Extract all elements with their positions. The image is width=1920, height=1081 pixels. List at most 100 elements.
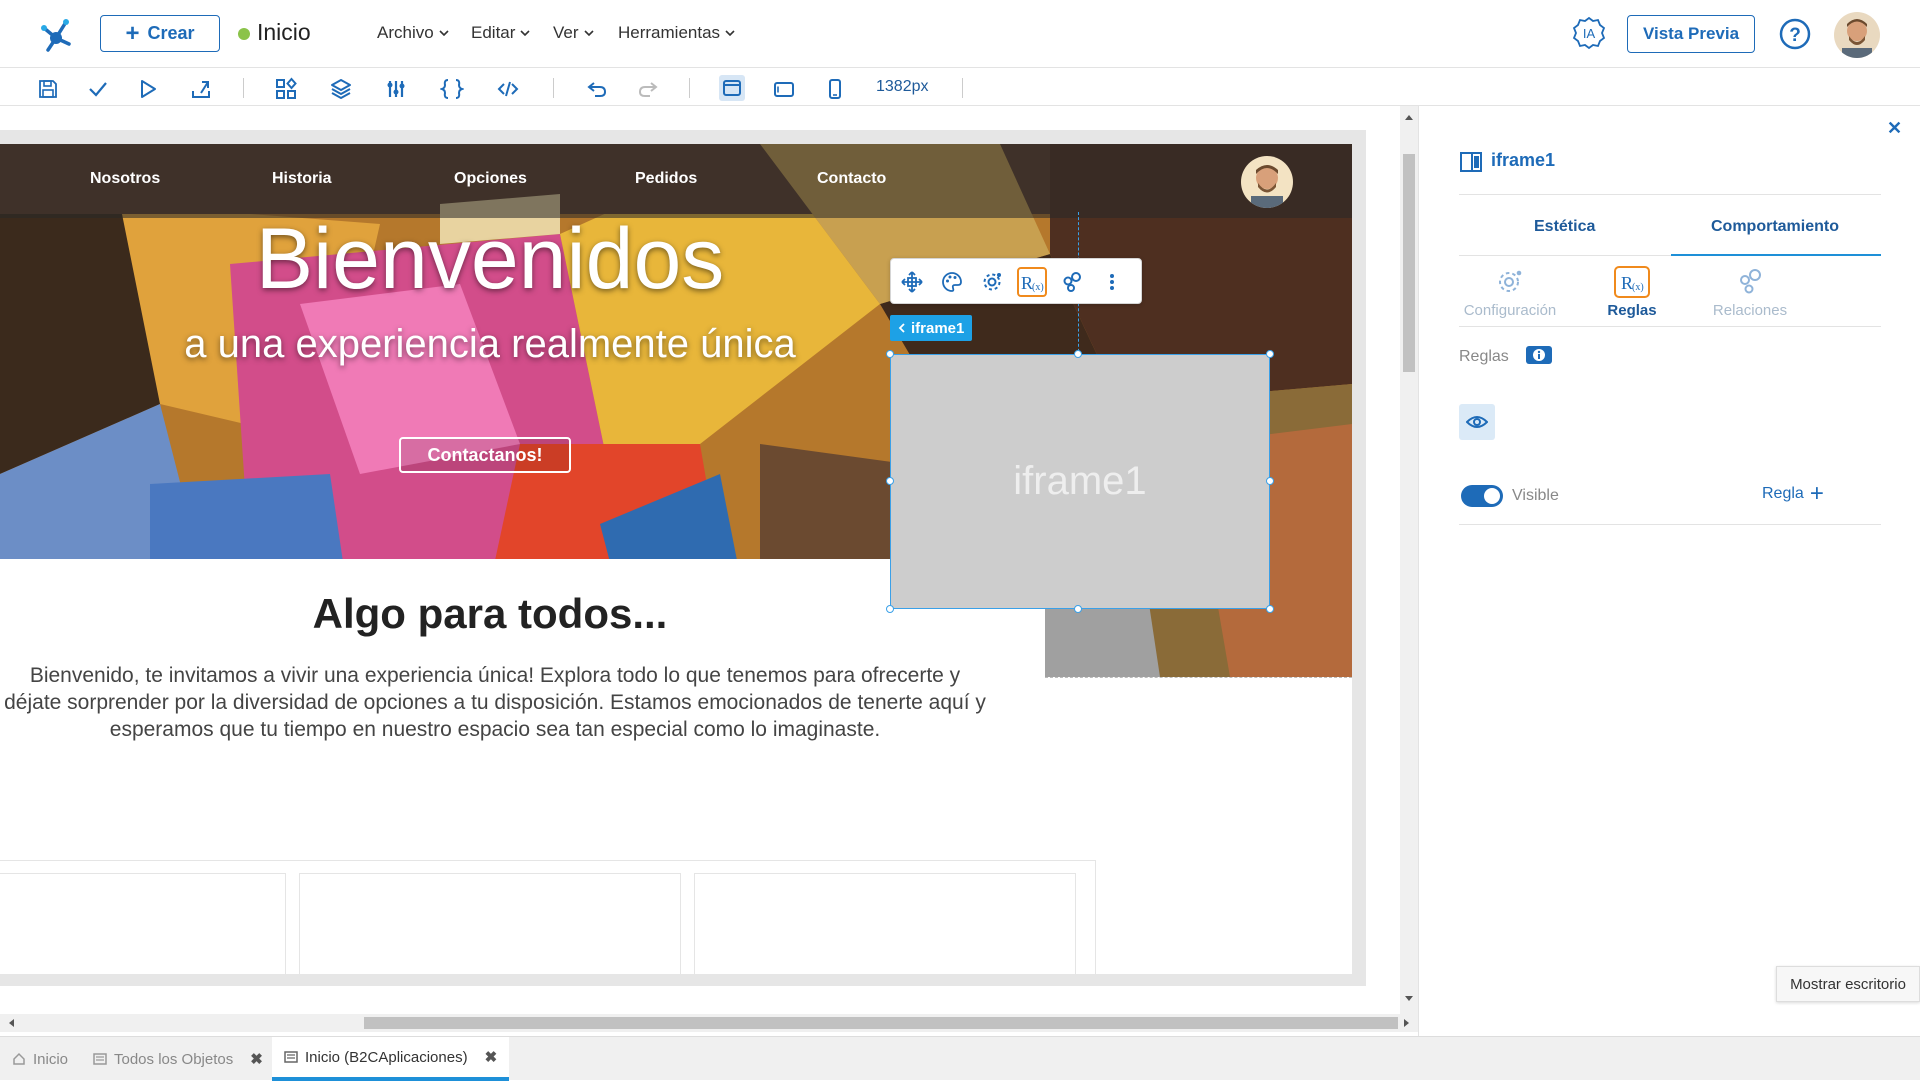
create-button[interactable]: + Crear	[100, 15, 220, 52]
undo-icon[interactable]	[585, 77, 609, 101]
components-icon[interactable]	[274, 77, 298, 101]
nav-link-nosotros[interactable]: Nosotros	[90, 170, 160, 188]
toolbar-separator	[553, 78, 554, 98]
close-icon[interactable]: ✕	[1887, 118, 1902, 139]
nav-link-pedidos[interactable]: Pedidos	[635, 170, 697, 188]
iframe-component[interactable]: iframe1	[890, 354, 1270, 609]
tablet-view-icon[interactable]	[772, 77, 796, 101]
menu-ver[interactable]: Ver	[553, 23, 594, 43]
resize-handle[interactable]	[886, 605, 894, 613]
menu-herramientas[interactable]: Herramientas	[618, 23, 735, 43]
add-rule-button[interactable]: Regla +	[1762, 482, 1824, 506]
bottom-tab-todos-los-objetos[interactable]: Todos los Objetos ✖	[93, 1037, 263, 1081]
content-mini-card[interactable]	[299, 873, 681, 974]
save-icon[interactable]	[36, 77, 60, 101]
bottom-tab-bar: Inicio Todos los Objetos ✖ Inicio (B2CAp…	[0, 1036, 1920, 1081]
nav-link-historia[interactable]: Historia	[272, 170, 332, 188]
component-toolbar: R (x)	[890, 258, 1142, 304]
redo-icon[interactable]	[636, 77, 660, 101]
close-icon[interactable]: ✖	[485, 1048, 498, 1066]
resize-handle[interactable]	[886, 477, 894, 485]
move-icon[interactable]	[897, 267, 927, 297]
horizontal-scrollbar-thumb[interactable]	[364, 1017, 1398, 1029]
scroll-left-arrow-icon[interactable]	[4, 1014, 18, 1032]
resize-handle[interactable]	[1266, 477, 1274, 485]
vertical-scrollbar[interactable]	[1400, 106, 1418, 1020]
relations-icon	[1735, 266, 1765, 296]
vertical-scrollbar-thumb[interactable]	[1403, 154, 1415, 372]
subtab-label: Relaciones	[1712, 302, 1788, 319]
visible-toggle-label: Visible	[1512, 487, 1559, 504]
code-icon[interactable]	[496, 77, 520, 101]
close-icon[interactable]: ✖	[250, 1050, 263, 1068]
component-breadcrumb-tag[interactable]: iframe1	[890, 315, 973, 341]
subtab-reglas[interactable]: R (x) Reglas	[1577, 266, 1687, 319]
info-icon[interactable]	[1526, 346, 1552, 364]
hero-subtitle: a una experiencia realmente única	[184, 322, 796, 366]
mobile-view-icon[interactable]	[823, 77, 847, 101]
resize-handle[interactable]	[886, 350, 894, 358]
tab-estetica[interactable]: Estética	[1534, 218, 1595, 236]
scroll-down-arrow-icon[interactable]	[1400, 992, 1418, 1006]
menu-editar[interactable]: Editar	[471, 23, 530, 43]
user-avatar[interactable]	[1834, 12, 1880, 58]
preview-button[interactable]: Vista Previa	[1627, 15, 1755, 53]
content-mini-card[interactable]	[694, 873, 1076, 974]
hero-title: Bienvenidos	[255, 211, 725, 307]
subtab-configuracion[interactable]: Configuración	[1455, 266, 1565, 319]
check-icon[interactable]	[86, 77, 110, 101]
braces-icon[interactable]	[440, 77, 464, 101]
help-icon[interactable]: ?	[1778, 17, 1812, 51]
resize-handle[interactable]	[1074, 605, 1082, 613]
editor-toolbar: 1382px	[0, 68, 1920, 106]
nav-link-contacto[interactable]: Contacto	[817, 170, 886, 188]
resize-handle[interactable]	[1266, 605, 1274, 613]
bottom-tab-inicio-b2c[interactable]: Inicio (B2CAplicaciones) ✖	[272, 1037, 510, 1081]
play-icon[interactable]	[136, 77, 160, 101]
horizontal-scrollbar[interactable]	[0, 1014, 1418, 1032]
app-logo-icon[interactable]	[36, 14, 76, 54]
toggle-knob	[1484, 488, 1500, 504]
site-avatar[interactable]	[1241, 156, 1293, 208]
subtab-relaciones[interactable]: Relaciones	[1695, 266, 1805, 319]
more-options-icon[interactable]	[1097, 267, 1127, 297]
bottom-tab-inicio[interactable]: Inicio	[12, 1037, 68, 1081]
menu-label: Editar	[471, 23, 516, 42]
settings-icon	[1495, 266, 1525, 296]
publish-icon[interactable]	[189, 77, 213, 101]
scroll-up-arrow-icon[interactable]	[1400, 110, 1418, 124]
subtab-label: Configuración	[1463, 302, 1557, 319]
resize-handle[interactable]	[1074, 350, 1082, 358]
content-body: Bienvenido, te invitamos a vivir una exp…	[4, 664, 986, 741]
relations-icon[interactable]	[1057, 267, 1087, 297]
ai-label: IA	[1583, 26, 1596, 41]
tab-comportamiento[interactable]: Comportamiento	[1711, 218, 1839, 236]
bottom-tab-label: Inicio (B2CAplicaciones)	[305, 1048, 468, 1066]
desktop-view-icon[interactable]	[719, 75, 745, 101]
palette-icon[interactable]	[937, 267, 967, 297]
home-icon	[12, 1052, 26, 1066]
plus-icon: +	[1809, 480, 1824, 507]
settings-icon[interactable]	[977, 267, 1007, 297]
chevron-left-icon	[898, 323, 905, 333]
rules-icon[interactable]: R (x)	[1017, 267, 1047, 297]
resize-handle[interactable]	[1266, 350, 1274, 358]
divider	[1459, 194, 1881, 195]
scroll-right-arrow-icon[interactable]	[1400, 1014, 1414, 1032]
nav-link-opciones[interactable]: Opciones	[454, 170, 527, 188]
variables-icon[interactable]	[384, 77, 408, 101]
design-canvas[interactable]: Nosotros Historia Opciones Pedidos Conta…	[0, 106, 1400, 1020]
cards-row[interactable]	[0, 860, 1096, 974]
hero-cta-button[interactable]: Contactanos!	[399, 437, 571, 473]
visible-toggle[interactable]	[1461, 485, 1503, 507]
ai-assistant-icon[interactable]: IA	[1572, 16, 1606, 50]
visibility-rule-button[interactable]	[1459, 404, 1495, 440]
menu-archivo[interactable]: Archivo	[377, 23, 449, 43]
show-desktop-tooltip: Mostrar escritorio	[1776, 966, 1920, 1002]
canvas-width-readout: 1382px	[876, 78, 929, 95]
content-heading: Algo para todos...	[312, 590, 668, 637]
svg-text:(x): (x)	[1632, 282, 1644, 293]
panel-title: iframe1	[1491, 150, 1556, 170]
content-mini-card[interactable]	[0, 873, 286, 974]
layers-icon[interactable]	[329, 77, 353, 101]
